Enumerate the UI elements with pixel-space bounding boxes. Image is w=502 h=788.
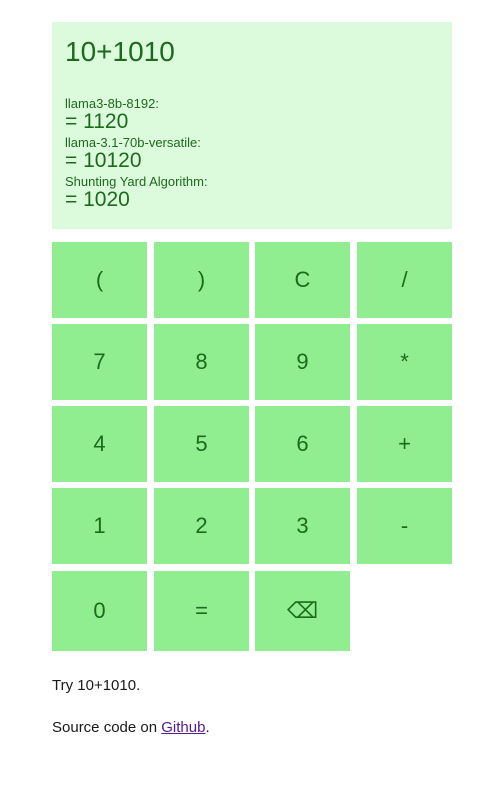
plus-button[interactable]: +: [357, 406, 452, 482]
two-button[interactable]: 2: [154, 488, 249, 564]
open-paren-button[interactable]: (: [52, 242, 147, 318]
source-line: Source code on Github.: [52, 719, 210, 736]
nine-button[interactable]: 9: [255, 324, 350, 400]
multiply-button[interactable]: *: [357, 324, 452, 400]
model-answer-shunting-yard: = 1020: [65, 188, 130, 211]
clear-button[interactable]: C: [255, 242, 350, 318]
results-list: llama3-8b-8192: = 1120 llama-3.1-70b-ver…: [65, 96, 439, 213]
calculator: 10+1010 llama3-8b-8192: = 1120 llama-3.1…: [52, 22, 452, 651]
divide-button[interactable]: /: [357, 242, 452, 318]
zero-button[interactable]: 0: [52, 571, 147, 651]
expression-display: 10+1010: [65, 36, 175, 67]
five-button[interactable]: 5: [154, 406, 249, 482]
model-answer-llama3-8b: = 1120: [65, 110, 129, 133]
four-button[interactable]: 4: [52, 406, 147, 482]
six-button[interactable]: 6: [255, 406, 350, 482]
seven-button[interactable]: 7: [52, 324, 147, 400]
footer: Try 10+1010. Source code on Github.: [52, 677, 210, 736]
source-suffix: .: [205, 719, 210, 736]
equals-button[interactable]: =: [154, 571, 249, 651]
try-hint: Try 10+1010.: [52, 677, 141, 694]
eight-button[interactable]: 8: [154, 324, 249, 400]
backspace-icon: ⌫: [286, 598, 319, 623]
minus-button[interactable]: -: [357, 488, 452, 564]
model-answer-llama-3-1-70b: = 10120: [65, 149, 142, 172]
github-link[interactable]: Github: [161, 719, 205, 736]
three-button[interactable]: 3: [255, 488, 350, 564]
backspace-button[interactable]: ⌫: [255, 571, 350, 651]
source-prefix: Source code on: [52, 719, 162, 736]
one-button[interactable]: 1: [52, 488, 147, 564]
display-panel: 10+1010 llama3-8b-8192: = 1120 llama-3.1…: [52, 22, 452, 229]
close-paren-button[interactable]: ): [154, 242, 249, 318]
